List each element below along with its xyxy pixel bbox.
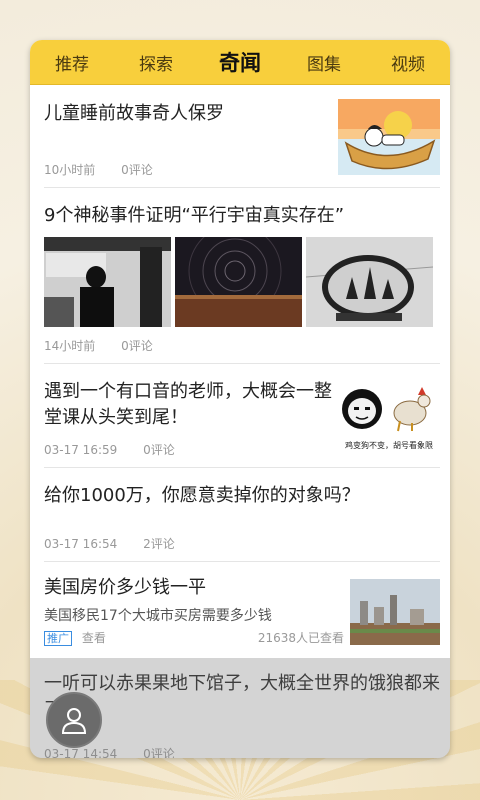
list-item[interactable]: 儿童睡前故事奇人保罗 10小时前 0评论 [44, 85, 440, 188]
ad-item[interactable]: 美国房价多少钱一平 美国移民17个大城市买房需要多少钱 推广 查看 21638人… [44, 561, 440, 655]
article-comments: 0评论 [143, 443, 175, 457]
tab-gallery[interactable]: 图集 [282, 50, 366, 75]
article-time: 03-17 16:54 [44, 537, 118, 551]
tab-recommend[interactable]: 推荐 [30, 50, 114, 75]
tab-explore[interactable]: 探索 [114, 50, 198, 75]
ad-view-link[interactable]: 查看 [82, 631, 106, 645]
article-comments: 0评论 [121, 163, 153, 177]
ad-subtitle: 美国移民17个大城市买房需要多少钱 [44, 608, 272, 624]
gallery-image [305, 237, 434, 327]
ad-view-count: 21638人已查看 [257, 631, 344, 645]
article-comments: 2评论 [143, 537, 175, 551]
article-meta: 14小时前 0评论 [44, 337, 175, 354]
article-title: 遇到一个有口音的老师，大概会一整堂课从头笑到尾！ [44, 381, 332, 428]
ad-title: 美国房价多少钱一平 [44, 577, 206, 598]
thumbnail-image [338, 99, 440, 175]
list-item[interactable]: 9个神秘事件证明“平行宇宙真实存在” 14小时前 0评论 [44, 187, 440, 364]
ad-meta: 推广 查看 21638人已查看 [44, 629, 344, 646]
user-icon [61, 708, 87, 734]
content-card: 推荐 探索 奇闻 图集 视频 儿童睡前故事奇人保罗 10小时前 0评论 9个神秘… [30, 40, 450, 758]
list-item[interactable]: 给你1000万，你愿意卖掉你的对象吗？ 03-17 16:54 2评论 [44, 467, 440, 562]
article-title: 儿童睡前故事奇人保罗 [44, 103, 224, 124]
tab-video[interactable]: 视频 [366, 50, 450, 75]
article-comments: 0评论 [121, 339, 153, 353]
tab-bar: 推荐 探索 奇闻 图集 视频 [30, 40, 450, 85]
thumbnail-image: 鸡变狗不变，胡号看象限 [338, 377, 440, 453]
user-avatar-button[interactable] [46, 692, 102, 748]
article-meta: 03-17 16:54 2评论 [44, 535, 197, 552]
list-item[interactable]: 遇到一个有口音的老师，大概会一整堂课从头笑到尾！ 03-17 16:59 0评论 [44, 363, 440, 468]
ad-thumbnail [350, 579, 440, 645]
article-time: 14小时前 [44, 339, 96, 353]
image-gallery [44, 224, 434, 327]
gallery-image [44, 237, 171, 327]
article-time: 03-17 16:59 [44, 443, 118, 457]
article-title: 9个神秘事件证明“平行宇宙真实存在” [44, 205, 345, 226]
article-time: 10小时前 [44, 163, 96, 177]
article-title: 给你1000万，你愿意卖掉你的对象吗？ [44, 485, 360, 506]
article-meta: 03-17 16:59 0评论 [44, 441, 197, 458]
promo-badge: 推广 [44, 631, 72, 646]
gallery-image [175, 224, 302, 327]
article-meta: 10小时前 0评论 [44, 161, 175, 178]
tab-oddities[interactable]: 奇闻 [198, 47, 282, 77]
thumbnail-caption: 鸡变狗不变，胡号看象限 [345, 441, 433, 450]
